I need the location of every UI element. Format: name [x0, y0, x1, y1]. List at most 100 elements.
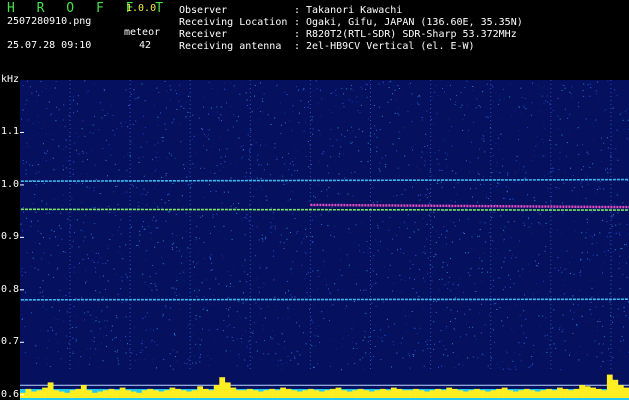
noise-dot — [130, 93, 132, 95]
noise-dot — [379, 129, 381, 131]
noise-dot — [305, 343, 307, 345]
noise-dot — [255, 189, 257, 191]
noise-dot — [316, 216, 317, 217]
noise-dot — [568, 130, 570, 132]
noise-dot — [212, 146, 214, 148]
noise-dot — [531, 232, 533, 234]
noise-dot — [57, 351, 59, 353]
level-bar — [390, 387, 397, 398]
noise-dot — [428, 147, 430, 149]
noise-dot — [211, 262, 213, 264]
noise-dot — [31, 164, 33, 166]
noise-dot — [171, 287, 173, 289]
noise-dot — [387, 101, 389, 103]
noise-dot — [470, 188, 471, 190]
noise-dot — [596, 242, 598, 244]
level-bar — [31, 391, 37, 398]
noise-dot — [172, 182, 174, 184]
noise-dot — [173, 287, 175, 289]
noise-dot — [473, 121, 475, 123]
noise-dot — [350, 172, 352, 174]
noise-dot — [583, 83, 585, 85]
noise-dot — [487, 271, 489, 273]
noise-dot — [131, 184, 133, 186]
noise-dot — [622, 202, 624, 204]
noise-dot — [230, 283, 232, 285]
noise-dot — [284, 112, 286, 114]
noise-dot — [45, 179, 47, 181]
noise-dot — [335, 279, 337, 281]
noise-dot — [145, 250, 147, 252]
noise-dot — [557, 97, 559, 99]
noise-dot — [278, 343, 280, 345]
noise-dot — [371, 302, 373, 304]
noise-dot — [203, 106, 204, 108]
noise-dot — [245, 317, 247, 319]
level-bar — [413, 388, 419, 398]
noise-dot — [136, 354, 137, 356]
noise-dot — [612, 214, 614, 216]
noise-dot — [369, 82, 371, 83]
noise-dot — [603, 188, 605, 190]
noise-dot — [435, 254, 437, 256]
noise-dot — [512, 331, 514, 333]
noise-dot — [571, 97, 573, 98]
noise-dot — [532, 82, 534, 84]
noise-dot — [329, 138, 331, 140]
noise-dot — [515, 369, 517, 370]
noise-dot — [95, 252, 97, 254]
noise-dot — [355, 354, 357, 356]
noise-dot — [54, 317, 56, 319]
level-bar — [424, 391, 430, 398]
noise-dot — [563, 341, 565, 342]
noise-dot — [198, 117, 200, 119]
noise-dot — [84, 319, 85, 321]
noise-dot — [458, 182, 460, 184]
noise-dot — [230, 230, 232, 232]
noise-dot — [394, 112, 396, 114]
noise-dot — [592, 138, 594, 140]
noise-dot — [426, 110, 428, 112]
noise-dot — [478, 312, 480, 314]
noise-dot — [306, 287, 308, 289]
noise-dot — [589, 309, 591, 311]
noise-dot — [479, 106, 481, 108]
noise-dot — [509, 368, 511, 370]
noise-dot — [117, 358, 119, 360]
noise-dot — [104, 115, 106, 116]
noise-dot — [513, 246, 515, 248]
noise-dot — [393, 282, 395, 284]
noise-dot — [524, 294, 525, 296]
noise-dot — [288, 290, 290, 292]
noise-dot — [547, 362, 549, 363]
y-tick-label: 0.6 — [1, 388, 20, 400]
noise-dot — [192, 114, 194, 116]
noise-dot — [432, 266, 434, 268]
noise-dot — [602, 261, 604, 263]
noise-dot — [451, 145, 453, 147]
noise-dot — [93, 187, 95, 189]
noise-dot — [506, 352, 508, 354]
noise-dot — [147, 191, 149, 193]
noise-dot — [222, 330, 224, 332]
noise-dot — [49, 365, 51, 367]
noise-dot — [440, 80, 442, 82]
noise-dot — [342, 102, 344, 104]
noise-dot — [283, 182, 284, 184]
noise-dot — [71, 246, 73, 248]
noise-dot — [609, 242, 611, 244]
noise-dot — [301, 242, 302, 244]
noise-dot — [380, 329, 382, 330]
noise-dot — [239, 357, 240, 359]
noise-dot — [232, 340, 234, 342]
noise-dot — [241, 341, 243, 343]
noise-dot — [161, 199, 163, 201]
noise-dot — [621, 247, 623, 249]
noise-dot — [318, 161, 320, 163]
noise-dot — [596, 330, 598, 332]
noise-dot — [32, 203, 34, 205]
noise-dot — [197, 359, 199, 361]
noise-dot — [142, 156, 144, 158]
noise-dot — [174, 356, 176, 358]
noise-dot — [548, 196, 550, 198]
